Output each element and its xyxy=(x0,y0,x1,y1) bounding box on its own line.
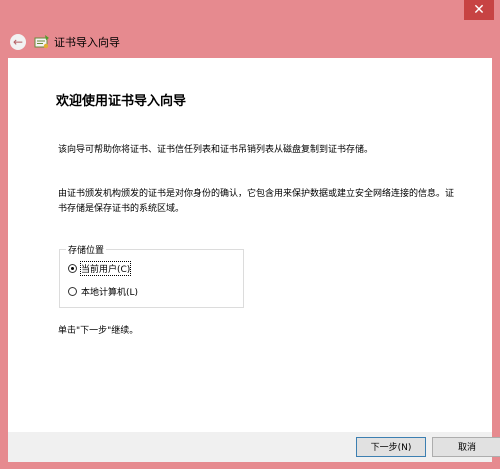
button-bar: 下一步(N) 取消 xyxy=(8,432,500,462)
storage-location-group: 存储位置 当前用户(C) 本地计算机(L) xyxy=(59,243,244,308)
storage-location-label: 存储位置 xyxy=(66,243,107,256)
certificate-icon xyxy=(34,35,49,49)
next-button[interactable]: 下一步(N) xyxy=(356,437,426,457)
wizard-content: 欢迎使用证书导入向导 该向导可帮助你将证书、证书信任列表和证书吊销列表从磁盘复制… xyxy=(8,58,492,432)
cancel-button[interactable]: 取消 xyxy=(432,437,500,457)
title-bar: ✕ xyxy=(0,0,500,30)
continue-hint: 单击"下一步"继续。 xyxy=(58,326,139,336)
wizard-title: 证书导入向导 xyxy=(54,36,120,49)
back-arrow-icon[interactable]: ← xyxy=(10,34,26,50)
description-text: 该向导可帮助你将证书、证书信任列表和证书吊销列表从磁盘复制到证书存储。 xyxy=(58,145,374,155)
radio-label-current-user: 当前用户(C) xyxy=(79,261,132,276)
radio-current-user[interactable]: 当前用户(C) xyxy=(68,261,132,276)
radio-button-checked[interactable] xyxy=(68,264,77,273)
info-text: 由证书颁发机构颁发的证书是对你身份的确认，它包含用来保护数据或建立安全网络连接的… xyxy=(58,189,455,214)
page-title: 欢迎使用证书导入向导 xyxy=(56,94,187,109)
radio-button-unchecked[interactable] xyxy=(68,287,77,296)
wizard-nav-bar: ← 证书导入向导 xyxy=(0,30,500,56)
radio-local-machine[interactable]: 本地计算机(L) xyxy=(68,285,138,298)
certificate-import-wizard-window: ✕ ← 证书导入向导 欢迎使用证书导入向导 该向导可帮助你将证书、证书信任列表和… xyxy=(0,0,500,469)
close-button[interactable]: ✕ xyxy=(464,0,494,20)
radio-label-local-machine: 本地计算机(L) xyxy=(81,288,139,298)
